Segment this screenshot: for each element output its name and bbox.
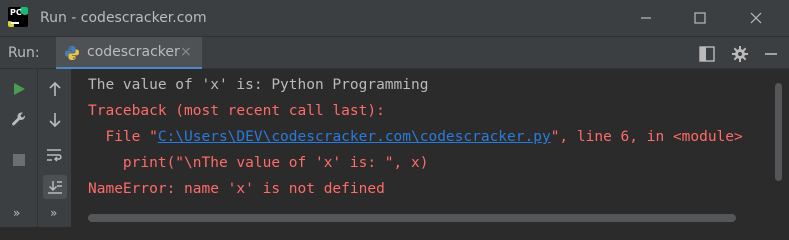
python-icon [65, 46, 79, 60]
close-window-button[interactable] [733, 0, 779, 36]
vertical-scrollbar[interactable] [775, 83, 782, 181]
pycharm-logo-icon: PC [8, 7, 28, 27]
arrow-up-icon [49, 81, 61, 96]
gear-icon[interactable] [731, 45, 749, 63]
error-message: NameError: name 'x' is not defined [88, 181, 385, 197]
run-tool-header: Run: codescracker × [0, 36, 789, 70]
play-icon [14, 83, 25, 95]
run-label: Run: [8, 45, 40, 61]
traceback-file-line: File "C:\Users\DEV\codescracker.com\code… [88, 129, 743, 145]
traceback-code-line: print("\nThe value of 'x' is: ", x) [88, 155, 429, 171]
horizontal-scrollbar[interactable] [88, 214, 736, 222]
arrow-down-icon [49, 113, 61, 128]
ide-window: PC Run - codescracker.com Run: codescrac… [0, 0, 789, 227]
stop-icon [13, 154, 25, 166]
output-line: The value of 'x' is: Python Programming [88, 77, 429, 93]
close-icon [750, 12, 762, 24]
wrench-icon [12, 112, 26, 126]
traceback-file-prefix: File " [88, 129, 158, 145]
maximize-button[interactable] [677, 0, 723, 36]
soft-wrap-button[interactable] [43, 143, 67, 167]
rerun-button[interactable] [7, 77, 31, 101]
scroll-down-button[interactable] [43, 108, 67, 132]
maximize-icon [694, 12, 706, 24]
tab-codescracker[interactable]: codescracker × [56, 37, 202, 70]
minimize-button[interactable] [623, 0, 669, 36]
more-actions-right[interactable]: » [50, 206, 57, 220]
tab-label: codescracker [87, 44, 180, 60]
more-actions-left[interactable]: » [13, 206, 20, 220]
title-bar: PC Run - codescracker.com [0, 0, 789, 36]
run-toolbar-primary: » [0, 69, 38, 227]
scroll-to-end-button[interactable] [43, 175, 67, 199]
edit-configuration-button[interactable] [7, 108, 31, 132]
console-output[interactable]: The value of 'x' is: Python Programming … [72, 69, 772, 227]
scroll-to-end-icon [48, 181, 62, 194]
run-toolbar-secondary: » [38, 69, 72, 227]
file-path-link[interactable]: C:\Users\DEV\codescracker.com\codescrack… [158, 129, 551, 145]
traceback-header: Traceback (most recent call last): [88, 103, 385, 119]
traceback-file-suffix: ", line 6, in <module> [550, 129, 743, 145]
minimize-icon [641, 17, 651, 19]
tab-close-icon[interactable]: × [180, 37, 192, 68]
layout-icon[interactable] [698, 45, 716, 63]
stop-button[interactable] [7, 148, 31, 172]
scroll-up-button[interactable] [43, 77, 67, 101]
hide-icon[interactable] [762, 45, 780, 63]
window-title: Run - codescracker.com [40, 10, 207, 26]
soft-wrap-icon [47, 149, 62, 162]
